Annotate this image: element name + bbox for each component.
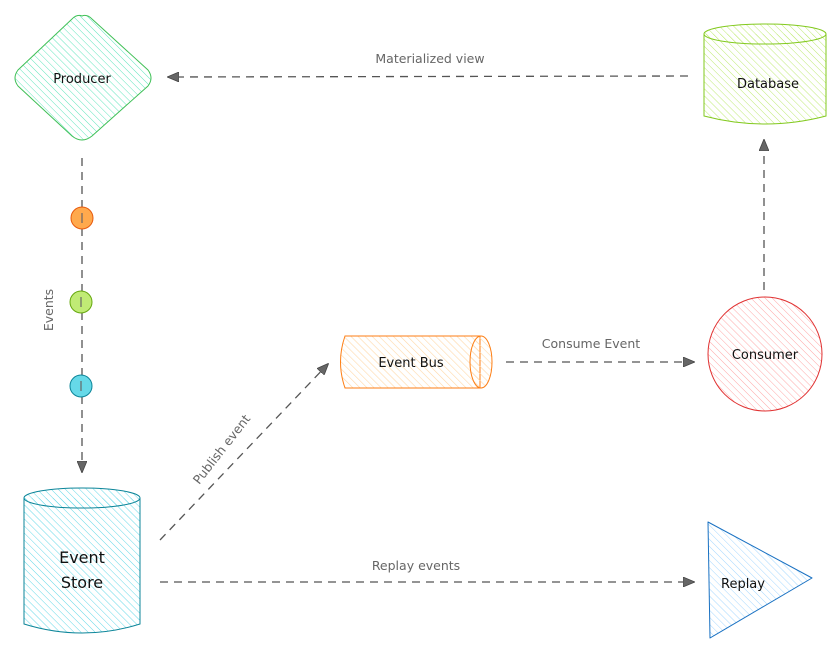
event-store-label-line2: Store	[61, 573, 103, 592]
events-label: Events	[41, 289, 56, 331]
edge-consume-event[interactable]: Consume Event	[506, 336, 694, 362]
event-bus-node[interactable]: Event Bus	[340, 335, 493, 389]
database-node[interactable]: Database	[703, 23, 827, 125]
replay-events-label: Replay events	[372, 558, 460, 573]
replay-label: Replay	[721, 577, 765, 592]
edge-materialized-view[interactable]: Materialized view	[168, 51, 689, 77]
event-store-node[interactable]: Event Store	[23, 487, 141, 634]
producer-node[interactable]: Producer	[14, 14, 152, 141]
diagram-canvas: Producer Database Consumer Event Bus Eve…	[14, 14, 827, 639]
producer-label: Producer	[53, 72, 111, 87]
event-store-label-line1: Event	[59, 548, 105, 567]
edge-events[interactable]: Events	[41, 158, 82, 472]
materialized-view-label: Materialized view	[375, 51, 484, 66]
edge-replay-events[interactable]: Replay events	[160, 558, 694, 582]
edge-publish-event[interactable]: Publish event	[159, 364, 328, 541]
consumer-label: Consumer	[732, 348, 799, 363]
replay-node[interactable]: Replay	[707, 521, 813, 639]
database-label: Database	[737, 77, 799, 92]
consume-event-label: Consume Event	[542, 336, 640, 351]
event-bus-label: Event Bus	[378, 356, 444, 371]
consumer-node[interactable]: Consumer	[707, 296, 823, 412]
